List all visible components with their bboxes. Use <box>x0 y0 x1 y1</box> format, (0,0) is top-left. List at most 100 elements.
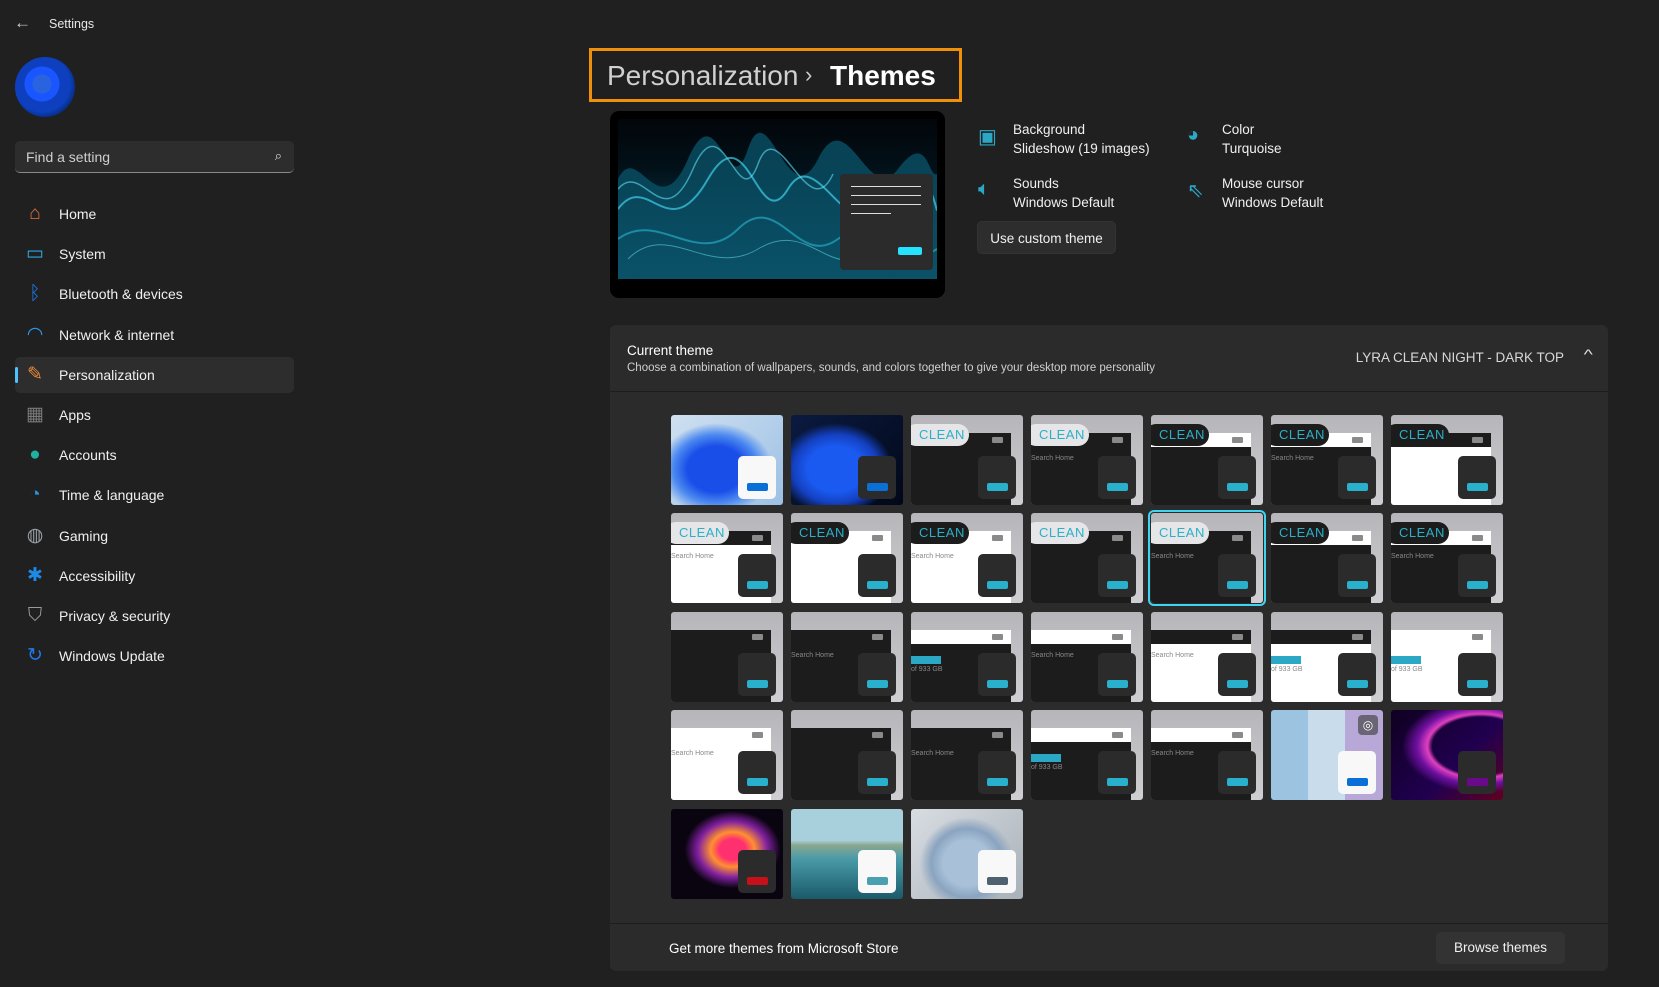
theme-tile[interactable] <box>791 415 903 505</box>
theme-tile[interactable] <box>671 611 783 702</box>
sidebar-item-time-language[interactable]: ◔ Time & language <box>15 477 294 513</box>
tile-badge: CLEAN <box>791 522 849 545</box>
sidebar-item-label: Bluetooth & devices <box>59 286 183 303</box>
theme-tile[interactable]: Search Home CLEAN <box>671 513 783 604</box>
search-icon[interactable]: ⌕ <box>275 148 282 164</box>
tile-dialog-preview <box>1218 456 1256 499</box>
theme-info-label: Mouse cursor <box>1222 176 1304 191</box>
sidebar-item-privacy-security[interactable]: ⛉ Privacy & security <box>15 598 294 634</box>
tile-caption: Search Home <box>1151 750 1194 758</box>
theme-tile[interactable]: Search Home <box>1151 611 1263 702</box>
tile-badge: CLEAN <box>1031 522 1089 545</box>
app-title: Settings <box>49 17 95 31</box>
theme-tile[interactable]: CLEAN <box>1151 415 1263 505</box>
back-button[interactable]: ← <box>14 14 34 34</box>
theme-tile[interactable]: Search Home <box>911 710 1023 801</box>
theme-tile[interactable]: of 933 GB <box>1271 611 1383 702</box>
theme-tile[interactable]: of 933 GB <box>1031 710 1143 801</box>
sidebar-item-accounts[interactable]: ● Accounts <box>15 437 294 473</box>
tile-dialog-preview <box>858 456 896 499</box>
theme-tile[interactable]: Search Home CLEAN <box>1271 415 1383 505</box>
search-box[interactable]: ⌕ <box>15 141 294 173</box>
chevron-up-icon[interactable]: ^ <box>1584 346 1593 362</box>
avatar[interactable] <box>15 57 75 117</box>
tile-dialog-preview <box>858 751 896 795</box>
theme-tile[interactable] <box>791 808 903 899</box>
globe-clock-icon: ◔ <box>29 484 41 506</box>
theme-tile[interactable]: Search Home CLEAN <box>911 513 1023 604</box>
sidebar-item-accessibility[interactable]: ✱ Accessibility <box>15 558 294 594</box>
tile-dialog-preview <box>1458 554 1496 598</box>
sidebar-item-system[interactable]: ▭ System <box>15 236 294 272</box>
use-custom-theme-button[interactable]: Use custom theme <box>977 221 1116 254</box>
theme-info-label: Background <box>1013 122 1086 137</box>
theme-tile[interactable] <box>911 808 1023 899</box>
tile-dialog-preview <box>978 554 1016 598</box>
search-input[interactable] <box>15 141 294 172</box>
theme-tile[interactable]: Search Home CLEAN <box>1391 513 1503 604</box>
theme-tile[interactable]: CLEAN <box>1031 513 1143 604</box>
tile-caption: Search Home <box>671 750 714 758</box>
monitor-icon: ▭ <box>26 243 44 265</box>
theme-tile[interactable]: CLEAN <box>911 415 1023 505</box>
theme-tile[interactable]: CLEAN <box>791 513 903 604</box>
home-icon: ⌂ <box>29 203 41 224</box>
tile-dialog-preview <box>978 751 1016 795</box>
shield-icon: ⛉ <box>27 605 43 626</box>
theme-preview <box>610 111 945 298</box>
tile-dialog-preview <box>1218 652 1256 696</box>
tile-caption: Search Home <box>911 553 954 561</box>
tile-caption: Search Home <box>791 651 834 659</box>
theme-tile[interactable]: CLEAN <box>1391 415 1503 505</box>
theme-tile[interactable]: Search Home <box>1031 611 1143 702</box>
sidebar-item-home[interactable]: ⌂ Home <box>15 196 294 232</box>
gamepad-icon: ◍ <box>26 524 44 546</box>
tile-dialog-preview <box>1098 456 1136 499</box>
tile-dialog-preview <box>858 554 896 598</box>
theme-info-value: Turquoise <box>1222 141 1282 156</box>
tile-caption: Search Home <box>1031 651 1074 659</box>
tile-badge: CLEAN <box>1151 424 1209 446</box>
theme-tile[interactable]: ◎ <box>1271 710 1383 801</box>
theme-tile[interactable] <box>1391 710 1503 801</box>
sidebar-item-label: Windows Update <box>59 648 165 665</box>
sidebar-item-personalization[interactable]: ✎ Personalization <box>15 356 294 393</box>
theme-tile[interactable]: Search Home CLEAN <box>1031 415 1143 505</box>
theme-tile[interactable] <box>671 808 783 899</box>
sidebar-item-bluetooth-devices[interactable]: ᛒ Bluetooth & devices <box>15 276 294 312</box>
sidebar-item-label: Personalization <box>59 366 155 383</box>
theme-tile[interactable]: CLEAN <box>1271 513 1383 604</box>
theme-tile[interactable]: Search Home CLEAN <box>1148 510 1266 607</box>
theme-info-value: Windows Default <box>1013 195 1115 210</box>
arrow-left-icon: ← <box>14 13 31 32</box>
divider <box>610 391 1608 392</box>
divider <box>610 923 1608 924</box>
theme-tile[interactable]: Search Home <box>791 611 903 702</box>
tile-dialog-preview <box>978 849 1016 893</box>
sidebar-item-label: System <box>59 246 106 263</box>
palette-icon: ◕ <box>1187 124 1200 146</box>
sidebar-item-apps[interactable]: ▦ Apps <box>15 397 294 433</box>
sidebar-item-windows-update[interactable]: ↻ Windows Update <box>15 638 294 674</box>
theme-tile[interactable] <box>791 710 903 801</box>
theme-tile[interactable] <box>671 415 783 505</box>
tile-dialog-preview <box>978 456 1016 499</box>
tile-caption: Search Home <box>911 750 954 758</box>
browse-themes-button[interactable]: Browse themes <box>1436 932 1565 964</box>
theme-tile[interactable]: Search Home <box>671 710 783 801</box>
theme-tile[interactable]: Search Home <box>1151 710 1263 801</box>
slideshow-icon: ◎ <box>1358 715 1378 736</box>
sidebar-item-gaming[interactable]: ◍ Gaming <box>15 518 294 554</box>
theme-tile[interactable]: of 933 GB <box>1391 611 1503 702</box>
sidebar-item-network-internet[interactable]: ◠ Network & internet <box>15 317 294 353</box>
breadcrumb-parent[interactable]: Personalization <box>607 60 798 92</box>
tile-caption: Search Home <box>1151 553 1194 561</box>
tile-caption: Search Home <box>1271 455 1314 462</box>
tile-caption: Search Home <box>1031 455 1074 462</box>
theme-tile[interactable]: of 933 GB <box>911 611 1023 702</box>
sidebar-item-label: Network & internet <box>59 326 175 343</box>
sidebar-item-label: Accessibility <box>59 567 136 584</box>
tile-dialog-preview <box>1218 751 1256 795</box>
tile-dialog-preview <box>738 554 776 598</box>
tile-badge: CLEAN <box>1271 424 1329 446</box>
